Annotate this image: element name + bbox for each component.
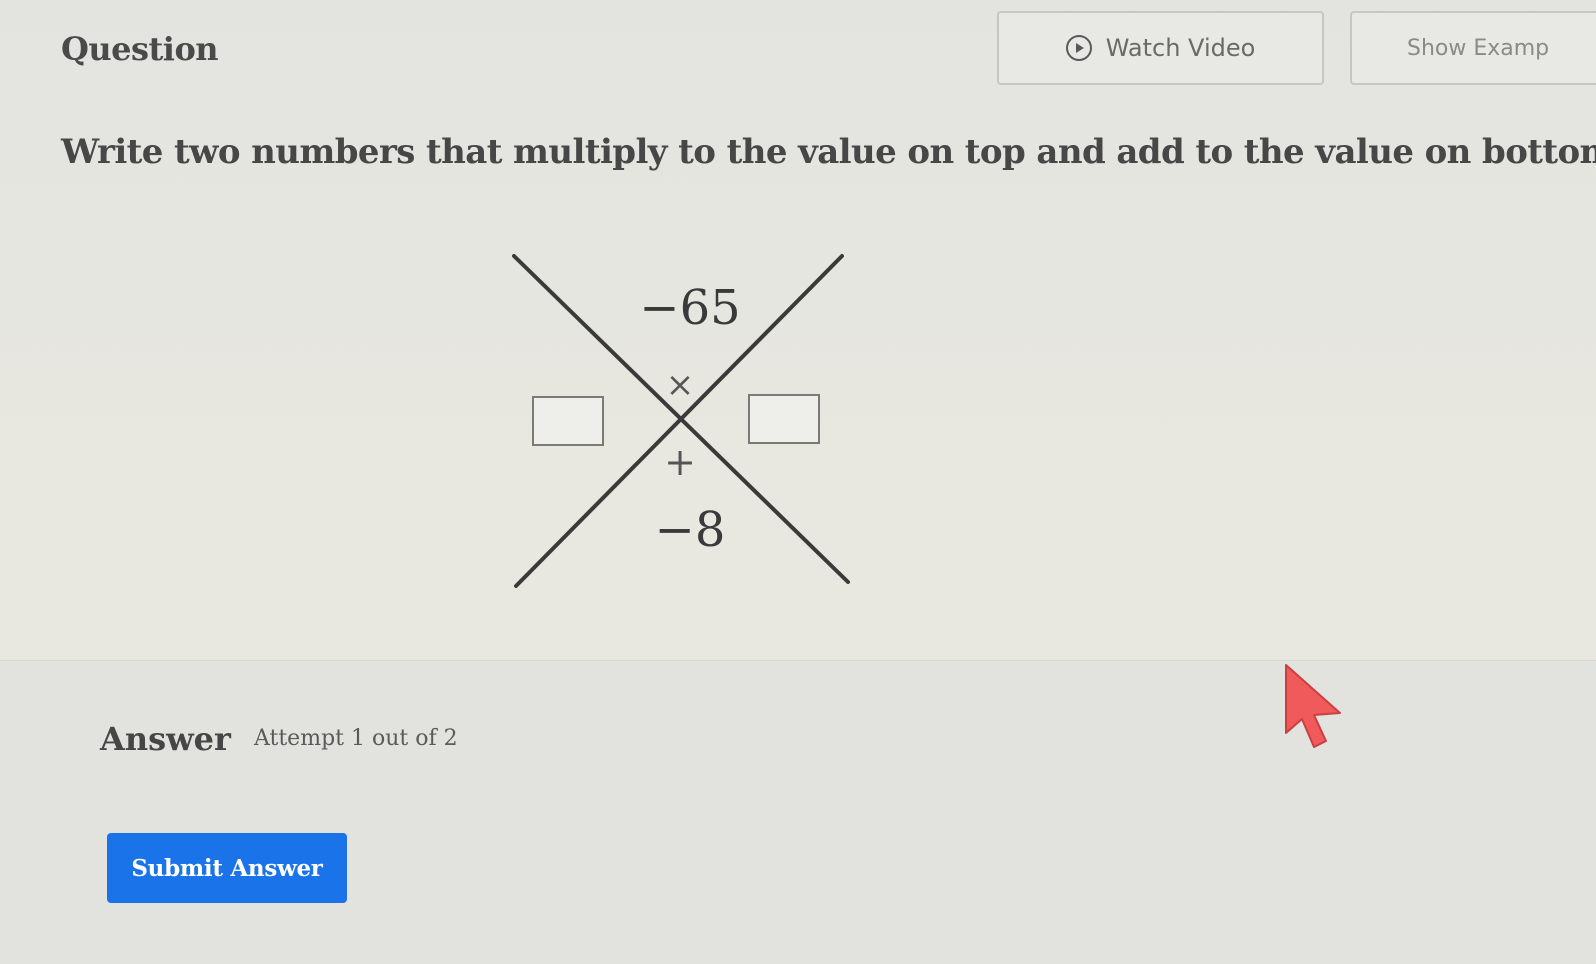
answer-panel [0, 660, 1596, 964]
show-example-label: Show Examp [1407, 35, 1550, 61]
question-instructions: Write two numbers that multiply to the v… [61, 132, 1596, 172]
x-factor-diagram: −65 × + −8 [490, 240, 870, 600]
play-circle-icon [1065, 35, 1092, 61]
right-number-input[interactable] [748, 394, 820, 444]
add-symbol: + [664, 440, 696, 484]
watch-video-button[interactable]: Watch Video [997, 11, 1324, 85]
answer-heading: Answer [100, 720, 231, 758]
show-example-button[interactable]: Show Examp [1350, 11, 1596, 85]
mouse-cursor-icon [1285, 664, 1341, 748]
watch-video-label: Watch Video [1105, 34, 1256, 62]
attempt-counter: Attempt 1 out of 2 [254, 726, 458, 751]
left-number-input[interactable] [532, 396, 604, 446]
question-heading: Question [61, 30, 219, 68]
product-value: −65 [639, 280, 741, 336]
sum-value: −8 [654, 502, 726, 558]
submit-answer-button[interactable]: Submit Answer [107, 833, 347, 903]
multiply-symbol: × [665, 365, 695, 405]
